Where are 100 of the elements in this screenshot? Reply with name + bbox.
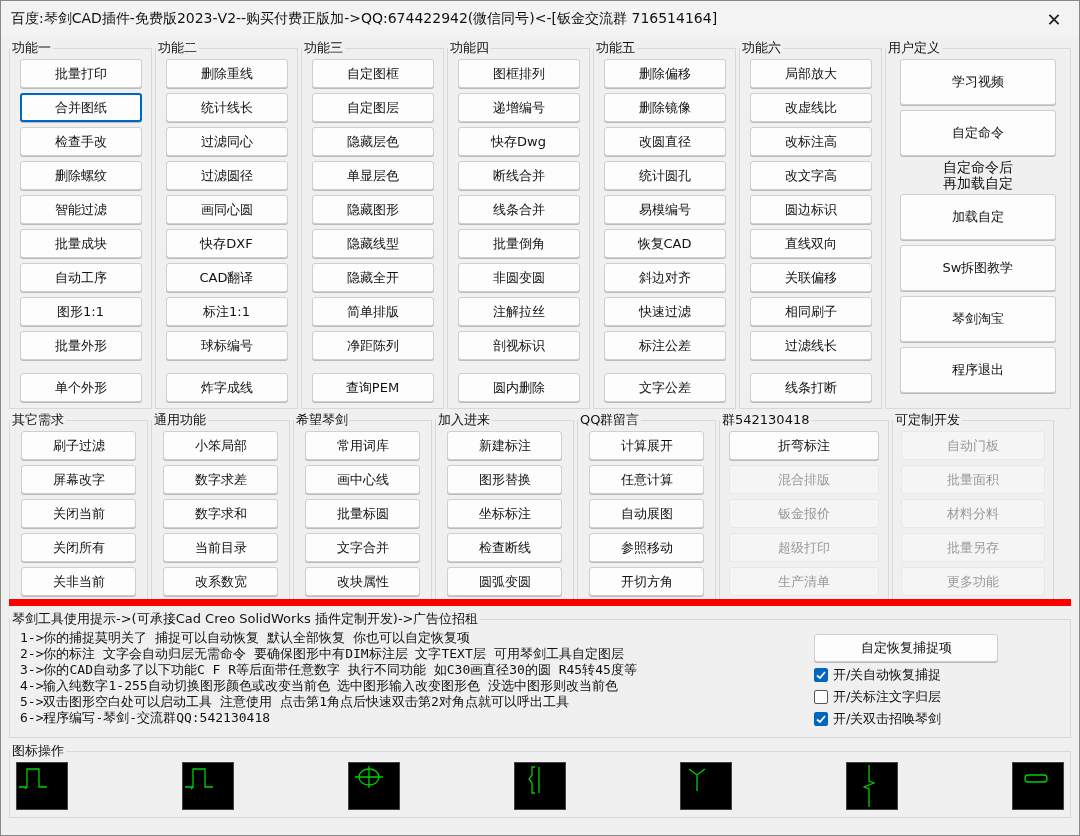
- function-button[interactable]: 程序退出: [900, 347, 1056, 393]
- function-button[interactable]: 任意计算: [589, 465, 704, 494]
- function-button[interactable]: 炸字成线: [165, 373, 288, 402]
- function-button[interactable]: 删除螺纹: [19, 161, 142, 190]
- function-button[interactable]: 文字合并: [305, 533, 420, 562]
- function-button[interactable]: 删除镜像: [603, 93, 726, 122]
- function-button[interactable]: 单显层色: [311, 161, 434, 190]
- function-button[interactable]: 合并图纸: [19, 93, 142, 122]
- function-button[interactable]: 图框排列: [457, 59, 580, 88]
- function-button[interactable]: 检查手改: [19, 127, 142, 156]
- function-button[interactable]: 快存DXF: [165, 229, 288, 258]
- function-button[interactable]: 注解拉丝: [457, 297, 580, 326]
- function-button[interactable]: 斜边对齐: [603, 263, 726, 292]
- function-button[interactable]: 相同刷子: [749, 297, 872, 326]
- function-button[interactable]: 改圆直径: [603, 127, 726, 156]
- function-button[interactable]: 自动展图: [589, 499, 704, 528]
- function-button[interactable]: 改系数宽: [163, 567, 278, 596]
- function-button[interactable]: 琴剑淘宝: [900, 296, 1056, 342]
- function-button[interactable]: 统计圆孔: [603, 161, 726, 190]
- function-button[interactable]: 隐藏线型: [311, 229, 434, 258]
- function-button[interactable]: 刷子过滤: [21, 431, 136, 460]
- function-button[interactable]: 改虚线比: [749, 93, 872, 122]
- function-button[interactable]: 简单排版: [311, 297, 434, 326]
- function-button[interactable]: 单个外形: [19, 373, 142, 402]
- function-button[interactable]: 参照移动: [589, 533, 704, 562]
- function-button[interactable]: 圆内删除: [457, 373, 580, 402]
- function-button[interactable]: 关闭所有: [21, 533, 136, 562]
- function-button[interactable]: 快存Dwg: [457, 127, 580, 156]
- function-button[interactable]: 过滤圆径: [165, 161, 288, 190]
- function-button[interactable]: 坐标标注: [447, 499, 562, 528]
- tool-button[interactable]: [680, 762, 732, 810]
- tool-button[interactable]: [514, 762, 566, 810]
- checkbox[interactable]: [814, 712, 828, 726]
- function-button[interactable]: 圆边标识: [749, 195, 872, 224]
- close-button[interactable]: ✕: [1029, 1, 1079, 37]
- function-button[interactable]: CAD翻译: [165, 263, 288, 292]
- tool-button[interactable]: [348, 762, 400, 810]
- restore-snap-button[interactable]: 自定恢复捕捉项: [814, 634, 998, 662]
- function-button[interactable]: 当前目录: [163, 533, 278, 562]
- function-button[interactable]: 过滤同心: [165, 127, 288, 156]
- function-button[interactable]: 隐藏图形: [311, 195, 434, 224]
- function-button[interactable]: 批量成块: [19, 229, 142, 258]
- function-button[interactable]: 计算展开: [589, 431, 704, 460]
- function-button[interactable]: 过滤线长: [749, 331, 872, 360]
- function-button[interactable]: 图形替换: [447, 465, 562, 494]
- function-button[interactable]: Sw拆图教学: [900, 245, 1056, 291]
- function-button[interactable]: 标注1:1: [165, 297, 288, 326]
- function-button[interactable]: 隐藏全开: [311, 263, 434, 292]
- function-button[interactable]: 删除重线: [165, 59, 288, 88]
- function-button[interactable]: 剖视标识: [457, 331, 580, 360]
- function-button[interactable]: 非圆变圆: [457, 263, 580, 292]
- function-button[interactable]: 改块属性: [305, 567, 420, 596]
- checkbox[interactable]: [814, 668, 828, 682]
- function-button[interactable]: 统计线长: [165, 93, 288, 122]
- function-button[interactable]: 快速过滤: [603, 297, 726, 326]
- function-button[interactable]: 隐藏层色: [311, 127, 434, 156]
- function-button[interactable]: 查询PEM: [311, 373, 434, 402]
- function-button[interactable]: 折弯标注: [729, 431, 879, 460]
- function-button[interactable]: 删除偏移: [603, 59, 726, 88]
- function-button[interactable]: 常用词库: [305, 431, 420, 460]
- function-button[interactable]: 自定命令: [900, 110, 1056, 156]
- function-button[interactable]: 易模编号: [603, 195, 726, 224]
- function-button[interactable]: 线条合并: [457, 195, 580, 224]
- function-button[interactable]: 学习视频: [900, 59, 1056, 105]
- function-button[interactable]: 关非当前: [21, 567, 136, 596]
- function-button[interactable]: 加载自定: [900, 194, 1056, 240]
- tool-button[interactable]: [16, 762, 68, 810]
- function-button[interactable]: 画中心线: [305, 465, 420, 494]
- function-button[interactable]: 断线合并: [457, 161, 580, 190]
- function-button[interactable]: 小笨局部: [163, 431, 278, 460]
- function-button[interactable]: 关闭当前: [21, 499, 136, 528]
- function-button[interactable]: 直线双向: [749, 229, 872, 258]
- function-button[interactable]: 圆弧变圆: [447, 567, 562, 596]
- function-button[interactable]: 批量倒角: [457, 229, 580, 258]
- function-button[interactable]: 批量标圆: [305, 499, 420, 528]
- function-button[interactable]: 图形1:1: [19, 297, 142, 326]
- tool-button[interactable]: [1012, 762, 1064, 810]
- function-button[interactable]: 自定图层: [311, 93, 434, 122]
- function-button[interactable]: 标注公差: [603, 331, 726, 360]
- function-button[interactable]: 净距陈列: [311, 331, 434, 360]
- function-button[interactable]: 关联偏移: [749, 263, 872, 292]
- function-button[interactable]: 递增编号: [457, 93, 580, 122]
- function-button[interactable]: 智能过滤: [19, 195, 142, 224]
- function-button[interactable]: 屏幕改字: [21, 465, 136, 494]
- function-button[interactable]: 改标注高: [749, 127, 872, 156]
- function-button[interactable]: 开切方角: [589, 567, 704, 596]
- function-button[interactable]: 恢复CAD: [603, 229, 726, 258]
- function-button[interactable]: 批量外形: [19, 331, 142, 360]
- function-button[interactable]: 自动工序: [19, 263, 142, 292]
- function-button[interactable]: 批量打印: [19, 59, 142, 88]
- function-button[interactable]: 改文字高: [749, 161, 872, 190]
- function-button[interactable]: 自定图框: [311, 59, 434, 88]
- function-button[interactable]: 检查断线: [447, 533, 562, 562]
- function-button[interactable]: 新建标注: [447, 431, 562, 460]
- function-button[interactable]: 数字求和: [163, 499, 278, 528]
- function-button[interactable]: 数字求差: [163, 465, 278, 494]
- checkbox[interactable]: [814, 690, 828, 704]
- function-button[interactable]: 局部放大: [749, 59, 872, 88]
- tool-button[interactable]: [182, 762, 234, 810]
- function-button[interactable]: 线条打断: [749, 373, 872, 402]
